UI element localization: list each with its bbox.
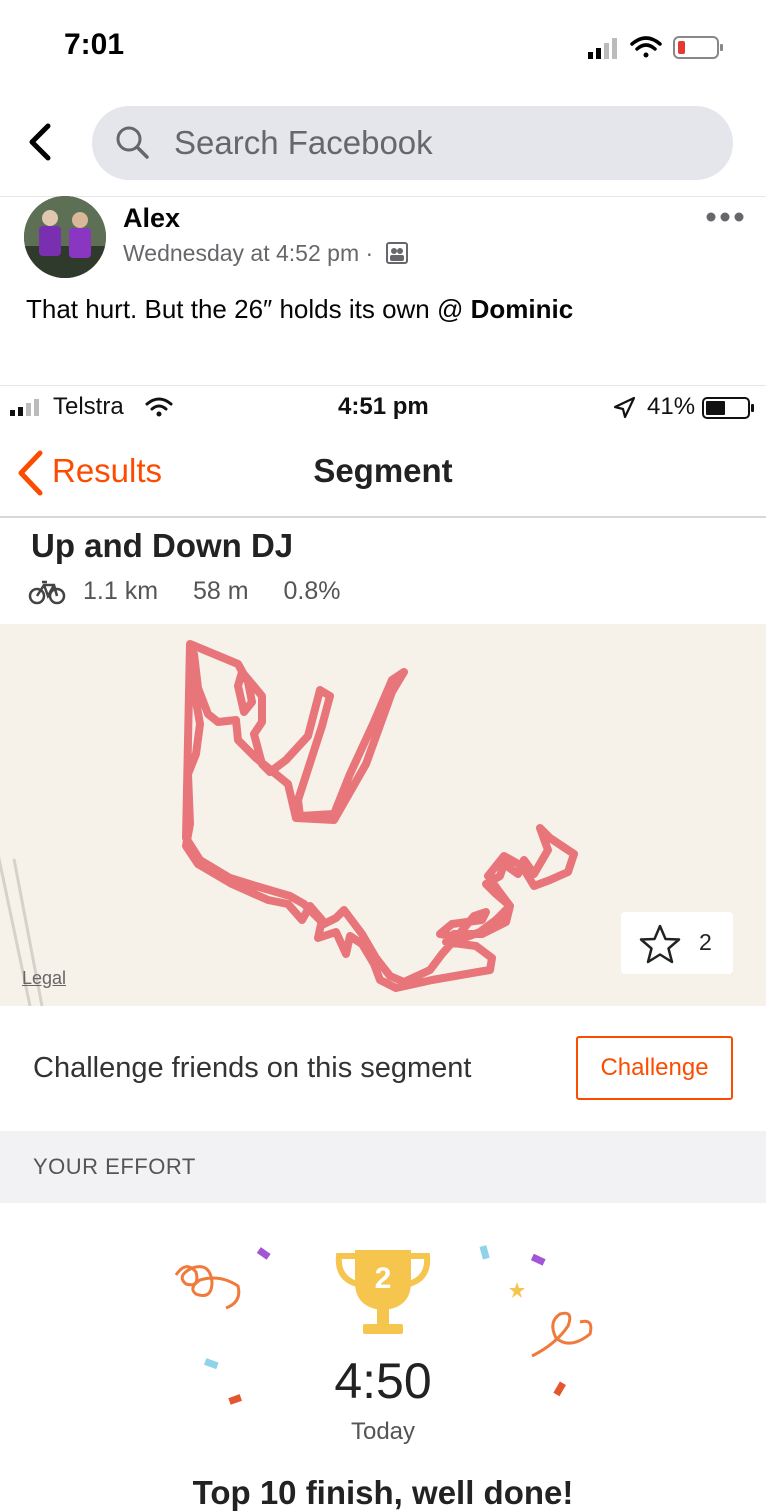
signal-icon: [588, 38, 617, 59]
bike-icon: [28, 580, 66, 605]
screenshot-time: 4:51 pm: [338, 393, 429, 420]
effort-time: 4:50: [334, 1353, 432, 1409]
segment-stats: 1.1 km 58 m 0.8%: [83, 577, 369, 606]
search-icon: [116, 126, 149, 159]
wifi-icon: [630, 36, 662, 58]
star-icon: [639, 924, 681, 964]
mention-link[interactable]: Dominic: [471, 294, 574, 324]
post-timestamp: Wednesday at 4:52 pm ·: [123, 240, 374, 266]
post-meta: Wednesday at 4:52 pm ·: [123, 240, 408, 267]
effort-section-label: YOUR EFFORT: [33, 1154, 196, 1179]
effort-day: Today: [350, 1418, 416, 1445]
post-text-body: That hurt. But the 26″ holds its own @: [26, 294, 471, 324]
segment-distance: 1.1 km: [83, 577, 159, 605]
location-arrow-icon: [613, 396, 636, 419]
star-segment-button[interactable]: [621, 912, 733, 974]
segment-grade: 0.8%: [283, 577, 341, 605]
more-options-icon[interactable]: [706, 208, 744, 226]
trophy-rank: 2: [375, 1262, 392, 1295]
segment-route: [182, 640, 578, 992]
segment-elevation: 58 m: [192, 577, 249, 605]
avatar-photo: [24, 196, 106, 278]
map-legal-link[interactable]: Legal: [22, 968, 66, 989]
status-icons: [588, 36, 723, 59]
battery-icon: [702, 397, 754, 419]
segment-name: Up and Down DJ: [31, 527, 294, 564]
avatar[interactable]: [24, 196, 106, 278]
challenge-button[interactable]: Challenge: [576, 1036, 733, 1100]
back-arrow-icon[interactable]: [24, 122, 58, 162]
post-author[interactable]: Alex: [123, 203, 180, 234]
divider: [0, 516, 766, 518]
wifi-icon: [145, 397, 173, 417]
friends-audience-icon: [385, 242, 408, 264]
star-count: 2: [699, 929, 712, 955]
signal-icon: [10, 399, 39, 416]
page-title: Segment: [313, 452, 453, 489]
trophy-icon: 2: [335, 1250, 431, 1334]
divider: [0, 385, 766, 386]
battery-low-icon: [673, 36, 723, 59]
search-input[interactable]: Search Facebook: [92, 106, 733, 180]
search-placeholder: Search Facebook: [174, 124, 433, 161]
challenge-prompt: Challenge friends on this segment: [33, 1052, 472, 1084]
post-text: That hurt. But the 26″ holds its own @ D…: [26, 294, 573, 325]
battery-percent: 41%: [647, 393, 696, 420]
carrier-name: Telstra: [53, 393, 124, 420]
status-time: 7:01: [64, 28, 125, 61]
divider: [0, 196, 766, 197]
effort-message: Top 10 finish, well done!: [192, 1474, 574, 1511]
